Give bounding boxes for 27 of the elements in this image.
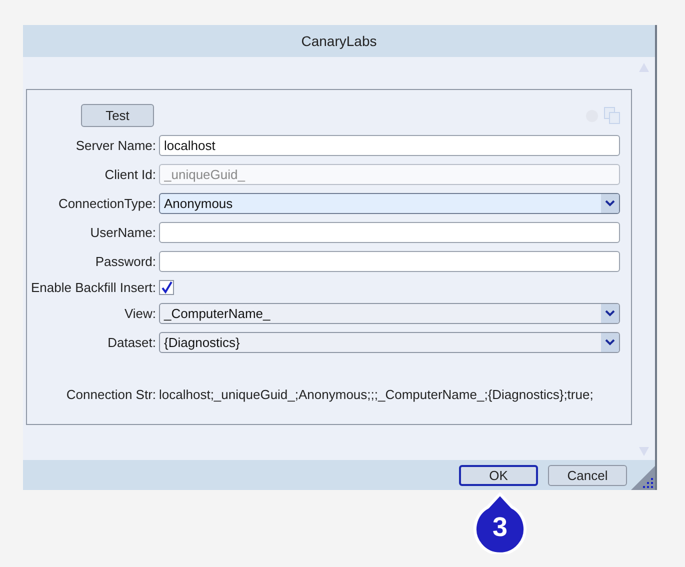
connection-string: localhost;_uniqueGuid_;Anonymous;;;_ComputerName_;{Diagnostics};true; bbox=[159, 387, 594, 402]
field-label: Client Id: bbox=[104, 167, 156, 182]
chevron-down-icon bbox=[605, 339, 615, 346]
field-label: Password: bbox=[94, 254, 156, 269]
text-field[interactable]: localhost bbox=[159, 135, 620, 156]
chevron-down-icon bbox=[605, 200, 615, 207]
field-label: Connection Str: bbox=[65, 387, 156, 402]
step-badge: 3 bbox=[472, 492, 528, 554]
chevron-down-icon bbox=[605, 310, 615, 317]
field-label: Server Name: bbox=[74, 138, 156, 153]
resize-grip-icon[interactable] bbox=[631, 466, 655, 490]
text-field[interactable] bbox=[159, 251, 620, 272]
text-field[interactable] bbox=[159, 222, 620, 243]
test-button[interactable]: Test bbox=[81, 104, 154, 127]
checkbox[interactable] bbox=[159, 280, 174, 295]
dropdown[interactable]: {Diagnostics} bbox=[159, 332, 620, 353]
dialog-button[interactable]: Cancel bbox=[548, 464, 627, 486]
field-label: ConnectionType: bbox=[57, 196, 156, 211]
field-label: Dataset: bbox=[106, 335, 156, 350]
window-title: CanaryLabs bbox=[23, 25, 655, 57]
dropdown[interactable]: _ComputerName_ bbox=[159, 303, 620, 324]
copy-icon[interactable] bbox=[604, 107, 620, 124]
field-label: UserName: bbox=[89, 225, 156, 240]
field-label: Enable Backfill Insert: bbox=[31, 280, 156, 295]
dropdown[interactable]: Anonymous bbox=[159, 193, 620, 214]
dialog-button[interactable]: OK bbox=[459, 464, 538, 486]
field-label: View: bbox=[123, 306, 156, 321]
